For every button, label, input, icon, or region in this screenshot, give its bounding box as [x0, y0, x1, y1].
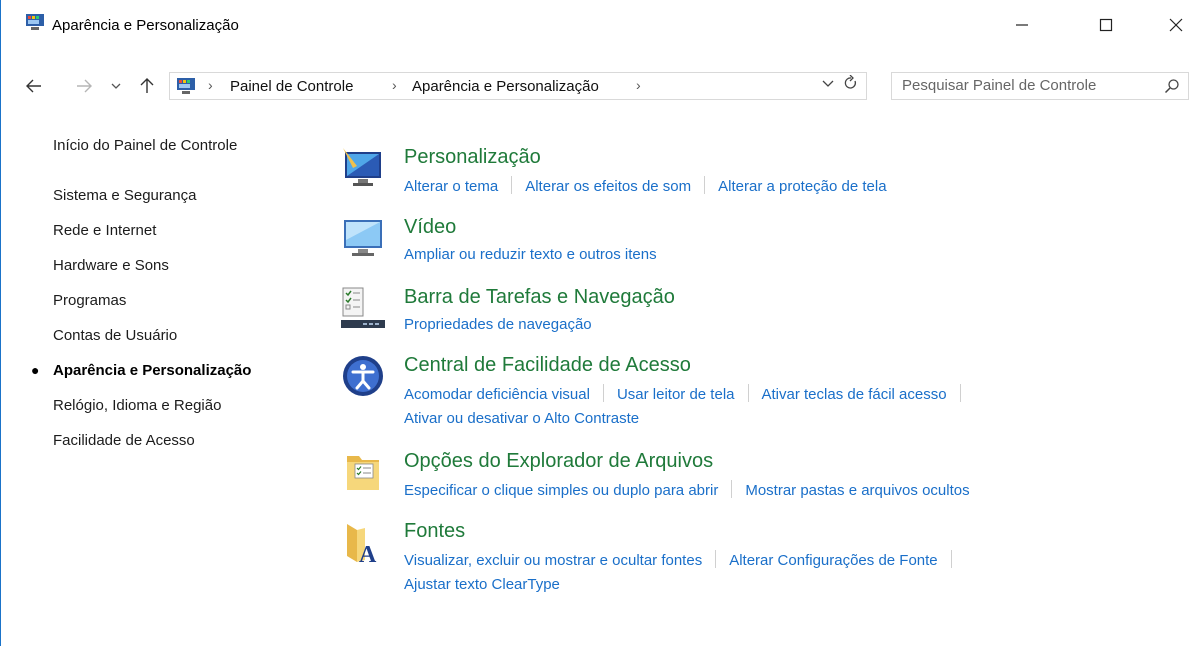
recent-locations-button[interactable] — [109, 74, 123, 98]
chevron-down-icon — [822, 80, 834, 87]
sidebar-item-aparencia-e-personalizacao[interactable]: Aparência e Personalização — [53, 362, 251, 379]
control-panel-icon — [26, 14, 44, 30]
sidebar-home-link[interactable]: Início do Painel de Controle — [53, 137, 237, 154]
taskbar-icon[interactable] — [341, 286, 385, 330]
task-divider — [602, 384, 604, 402]
task-divider — [950, 550, 952, 568]
task-row: Ampliar ou reduzir texto e outros itens — [404, 246, 657, 263]
svg-text:A: A — [359, 542, 377, 564]
task-alterar-o-tema[interactable]: Alterar o tema — [404, 178, 498, 195]
breadcrumb-separator-icon[interactable]: › — [392, 77, 397, 93]
task-row: Especificar o clique simples ou duplo pa… — [404, 480, 970, 499]
search-icon[interactable] — [1164, 78, 1180, 94]
task-alterar-protecao-de-tela[interactable]: Alterar a proteção de tela — [718, 178, 886, 195]
sidebar-item-sistema-e-seguranca[interactable]: Sistema e Segurança — [53, 187, 196, 204]
address-dropdown-button[interactable] — [822, 77, 834, 91]
task-ativar-teclas-de-facil-acesso[interactable]: Ativar teclas de fácil acesso — [762, 386, 947, 403]
address-bar[interactable]: › Painel de Controle › Aparência e Perso… — [169, 72, 867, 100]
task-acomodar-deficiencia-visual[interactable]: Acomodar deficiência visual — [404, 386, 590, 403]
close-button[interactable] — [1153, 11, 1198, 39]
category-title-personalizacao[interactable]: Personalização — [404, 146, 541, 169]
task-divider — [747, 384, 749, 402]
category-title-video[interactable]: Vídeo — [404, 216, 456, 239]
personalization-icon[interactable] — [341, 146, 385, 190]
task-mostrar-pastas-ocultas[interactable]: Mostrar pastas e arquivos ocultos — [745, 482, 969, 499]
monitor-icon[interactable] — [341, 216, 385, 260]
sidebar-item-facilidade-de-acesso[interactable]: Facilidade de Acesso — [53, 432, 195, 449]
current-item-bullet-icon: ● — [31, 362, 40, 378]
search-box[interactable] — [891, 72, 1189, 100]
category-title-opcoes-do-explorador[interactable]: Opções do Explorador de Arquivos — [404, 450, 713, 473]
back-button[interactable] — [23, 74, 45, 98]
task-row: Visualizar, excluir ou mostrar e ocultar… — [404, 550, 965, 569]
breadcrumb-separator-icon[interactable]: › — [208, 77, 213, 93]
forward-arrow-icon — [77, 79, 92, 93]
breadcrumb-aparencia[interactable]: Aparência e Personalização — [412, 78, 599, 95]
task-row: Ajustar texto ClearType — [404, 576, 560, 593]
sidebar-item-contas-de-usuario[interactable]: Contas de Usuário — [53, 327, 177, 344]
refresh-button[interactable] — [844, 74, 858, 96]
task-usar-leitor-de-tela[interactable]: Usar leitor de tela — [617, 386, 735, 403]
back-arrow-icon — [26, 79, 41, 93]
task-divider — [715, 550, 717, 568]
close-icon — [1169, 18, 1183, 32]
task-divider — [959, 384, 961, 402]
task-divider — [704, 176, 706, 194]
up-arrow-icon — [140, 78, 154, 93]
forward-button[interactable] — [73, 74, 95, 98]
sidebar-item-hardware-e-sons[interactable]: Hardware e Sons — [53, 257, 169, 274]
search-input[interactable] — [902, 77, 1142, 94]
sidebar-item-programas[interactable]: Programas — [53, 292, 126, 309]
task-divider — [511, 176, 513, 194]
maximize-button[interactable] — [1083, 11, 1129, 39]
window-title: Aparência e Personalização — [52, 17, 239, 34]
title-bar: Aparência e Personalização — [1, 0, 1198, 36]
folder-options-icon[interactable] — [341, 450, 385, 494]
task-row: Propriedades de navegação — [404, 316, 592, 333]
maximize-icon — [1099, 18, 1113, 32]
category-title-fontes[interactable]: Fontes — [404, 520, 465, 543]
breadcrumb-separator-icon[interactable]: › — [636, 77, 641, 93]
minimize-icon — [1016, 24, 1028, 26]
chevron-down-icon — [111, 83, 121, 89]
breadcrumb-painel-de-controle[interactable]: Painel de Controle — [230, 78, 353, 95]
task-row: Alterar o tema Alterar os efeitos de som A… — [404, 176, 887, 195]
task-ajustar-cleartype[interactable]: Ajustar texto ClearType — [404, 576, 560, 593]
control-panel-window: Aparência e Personalização › Painel de C… — [0, 0, 1198, 646]
category-title-facilidade-de-acesso[interactable]: Central de Facilidade de Acesso — [404, 354, 691, 377]
control-panel-icon — [177, 78, 195, 94]
task-propriedades-de-navegacao[interactable]: Propriedades de navegação — [404, 316, 592, 333]
task-ampliar-ou-reduzir-texto[interactable]: Ampliar ou reduzir texto e outros itens — [404, 246, 657, 263]
task-row: Ativar ou desativar o Alto Contraste — [404, 410, 639, 427]
fonts-folder-icon[interactable]: A — [341, 520, 385, 564]
task-row: Acomodar deficiência visual Usar leitor d… — [404, 384, 974, 403]
task-clique-simples-ou-duplo[interactable]: Especificar o clique simples ou duplo pa… — [404, 482, 718, 499]
refresh-icon — [844, 74, 857, 89]
up-button[interactable] — [136, 74, 158, 98]
sidebar-item-relogio-idioma-e-regiao[interactable]: Relógio, Idioma e Região — [53, 397, 221, 414]
category-title-barra-de-tarefas[interactable]: Barra de Tarefas e Navegação — [404, 286, 675, 309]
sidebar-item-rede-e-internet[interactable]: Rede e Internet — [53, 222, 156, 239]
task-alterar-efeitos-de-som[interactable]: Alterar os efeitos de som — [525, 178, 691, 195]
task-alterar-configuracoes-de-fonte[interactable]: Alterar Configurações de Fonte — [729, 552, 937, 569]
navigation-bar: › Painel de Controle › Aparência e Perso… — [1, 68, 1198, 102]
task-alto-contraste[interactable]: Ativar ou desativar o Alto Contraste — [404, 410, 639, 427]
task-visualizar-fontes[interactable]: Visualizar, excluir ou mostrar e ocultar… — [404, 552, 702, 569]
minimize-button[interactable] — [999, 11, 1045, 39]
task-divider — [731, 480, 733, 498]
ease-of-access-icon[interactable] — [341, 354, 385, 398]
